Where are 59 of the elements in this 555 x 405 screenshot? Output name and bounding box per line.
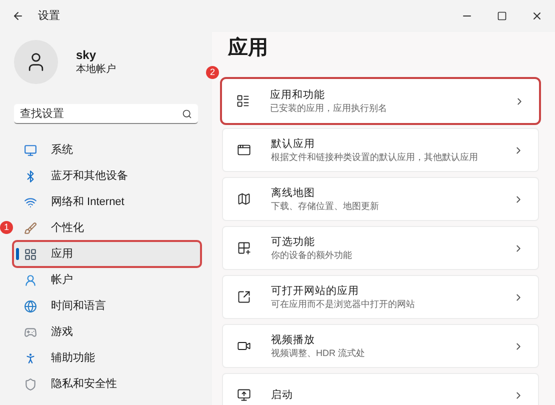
- nav-item[interactable]: 个性化: [14, 216, 200, 240]
- card-subtitle: 可在应用而不是浏览器中打开的网站: [271, 298, 416, 310]
- nav-item[interactable]: 帐户: [14, 268, 200, 292]
- monitor-icon: [24, 144, 37, 156]
- account-type: 本地帐户: [76, 62, 116, 76]
- globe-icon: [24, 300, 37, 312]
- card-subtitle: 下载、存储位置、地图更新: [271, 200, 380, 212]
- callout-badge: 1: [0, 221, 13, 234]
- map-icon: [237, 192, 251, 206]
- card-title: 应用和功能: [270, 88, 326, 102]
- settings-card[interactable]: 默认应用 根据文件和链接种类设置的默认应用，其他默认应用: [222, 128, 539, 172]
- video-icon: [237, 339, 251, 353]
- card-subtitle: 根据文件和链接种类设置的默认应用，其他默认应用: [271, 151, 479, 163]
- card-subtitle: 视频调整、HDR 流式处: [271, 347, 366, 359]
- app-window-icon: [237, 143, 251, 157]
- monitor-icon: [237, 388, 251, 402]
- nav-item[interactable]: 网络和 Internet: [14, 190, 200, 214]
- grid-plus-icon: [237, 241, 251, 255]
- settings-card[interactable]: 可选功能 你的设备的额外功能: [222, 226, 539, 270]
- settings-card[interactable]: 视频播放 视频调整、HDR 流式处: [222, 324, 539, 368]
- gamepad-icon: [24, 326, 37, 338]
- accessibility-icon: [24, 352, 37, 364]
- bluetooth-icon: [24, 170, 37, 182]
- person-icon: [24, 274, 37, 286]
- apps-grid-icon: [24, 248, 37, 260]
- nav-item[interactable]: 游戏: [14, 320, 200, 344]
- card-title: 离线地图: [271, 186, 316, 200]
- settings-card[interactable]: 启动: [222, 373, 539, 405]
- user-name: sky: [76, 48, 98, 62]
- nav-item[interactable]: 隐私和安全性: [14, 372, 200, 396]
- settings-card[interactable]: 应用和功能 已安装的应用，应用执行别名: [222, 79, 539, 123]
- settings-card[interactable]: 可打开网站的应用 可在应用而不是浏览器中打开的网站: [222, 275, 539, 319]
- close-icon[interactable]: [531, 10, 543, 22]
- nav-item[interactable]: 时间和语言: [14, 294, 200, 318]
- shield-icon: [24, 378, 37, 390]
- back-icon[interactable]: [12, 10, 24, 22]
- nav-item[interactable]: 系统: [14, 138, 200, 162]
- selection-indicator: [16, 248, 19, 260]
- card-title: 默认应用: [271, 137, 316, 151]
- nav-item[interactable]: 辅助功能: [14, 346, 200, 370]
- search-field[interactable]: 查找设置: [14, 104, 198, 124]
- card-title: 视频播放: [271, 333, 316, 347]
- nav-item[interactable]: 应用: [14, 242, 200, 266]
- card-subtitle: 你的设备的额外功能: [271, 249, 353, 261]
- external-link-icon: [237, 290, 251, 304]
- settings-card[interactable]: 离线地图 下载、存储位置、地图更新: [222, 177, 539, 221]
- card-subtitle: 已安装的应用，应用执行别名: [270, 102, 388, 114]
- card-title: 可打开网站的应用: [271, 284, 360, 298]
- card-title: 启动: [271, 388, 294, 402]
- list-icon: [236, 94, 250, 108]
- maximize-icon[interactable]: [497, 11, 507, 21]
- search-icon: [182, 109, 192, 119]
- page-title: 应用: [228, 36, 269, 61]
- card-title: 可选功能: [271, 235, 316, 249]
- window-title: 设置: [38, 8, 60, 24]
- nav-item[interactable]: 蓝牙和其他设备: [14, 164, 200, 188]
- wifi-icon: [24, 196, 37, 208]
- callout-badge: 2: [206, 66, 219, 79]
- brush-icon: [24, 222, 37, 234]
